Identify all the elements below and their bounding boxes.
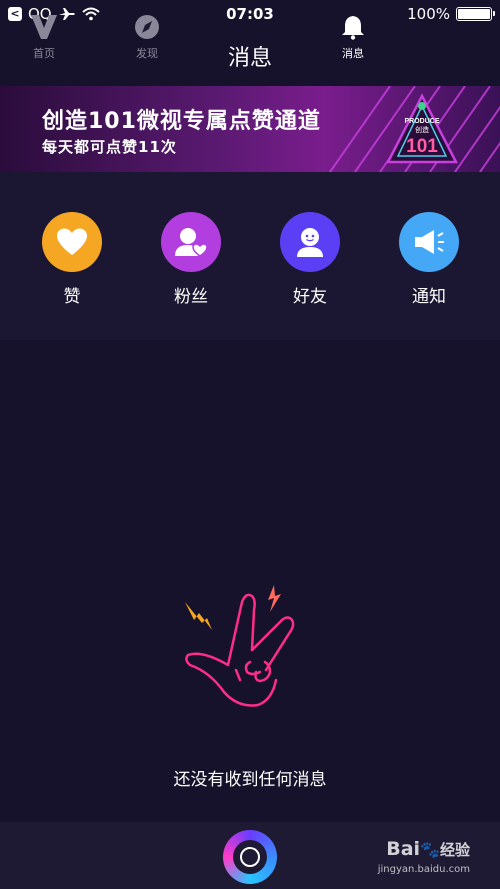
compass-icon (135, 15, 159, 39)
rock-hand-illustration (185, 585, 295, 707)
logo-produce: PRODUCE (404, 118, 439, 125)
banner-subtitle: 每天都可点赞11次 (42, 138, 177, 156)
notifications-circle (399, 212, 459, 272)
likes-circle (42, 212, 102, 272)
tab-home[interactable]: 首页 (14, 14, 74, 61)
tab-discover-label: 发现 (136, 47, 158, 60)
promo-banner[interactable]: 创造101微视专属点赞通道 每天都可点赞11次 PRODUCE 创造 101 (0, 86, 500, 172)
camera-ring-icon (240, 847, 260, 867)
produce-101-logo: PRODUCE 创造 101 (385, 93, 459, 164)
friends-circle (280, 212, 340, 272)
tab-messages[interactable]: 消息 (323, 14, 383, 61)
category-likes-label: 赞 (63, 287, 81, 307)
tab-discover[interactable]: 发现 (117, 14, 177, 61)
baidu-watermark-url: jingyan.baidu.com (377, 864, 470, 875)
category-friends-label: 好友 (293, 287, 327, 307)
battery-percent: 100% (407, 5, 450, 23)
logo-cn: 创造 (415, 125, 429, 134)
megaphone-icon (415, 230, 444, 254)
category-friends[interactable]: 好友 (270, 212, 350, 307)
friend-icon (297, 228, 323, 257)
category-likes[interactable]: 赞 (32, 212, 112, 307)
status-bar: < QQ 07:03 100% (0, 0, 500, 28)
message-categories: 赞 粉丝 好友 通知 (0, 172, 500, 340)
battery-icon (456, 7, 495, 21)
fans-circle (161, 212, 221, 272)
category-notifications[interactable]: 通知 (389, 212, 469, 307)
fans-icon (175, 228, 208, 257)
category-fans-label: 粉丝 (174, 287, 208, 307)
baidu-watermark: Bai🐾经验 (386, 838, 470, 860)
banner-title: 创造101微视专属点赞通道 (42, 109, 321, 134)
heart-icon (57, 228, 87, 255)
tab-home-label: 首页 (33, 47, 55, 60)
bell-icon (342, 16, 364, 40)
tab-messages-label: 消息 (342, 47, 364, 60)
page-title: 消息 (227, 46, 272, 71)
camera-button[interactable] (223, 830, 277, 884)
home-v-icon (31, 15, 57, 39)
empty-state-text: 还没有收到任何消息 (173, 770, 327, 790)
logo-num: 101 (406, 136, 438, 157)
category-fans[interactable]: 粉丝 (151, 212, 231, 307)
status-right: 100% (407, 5, 495, 23)
category-notifications-label: 通知 (412, 287, 446, 307)
